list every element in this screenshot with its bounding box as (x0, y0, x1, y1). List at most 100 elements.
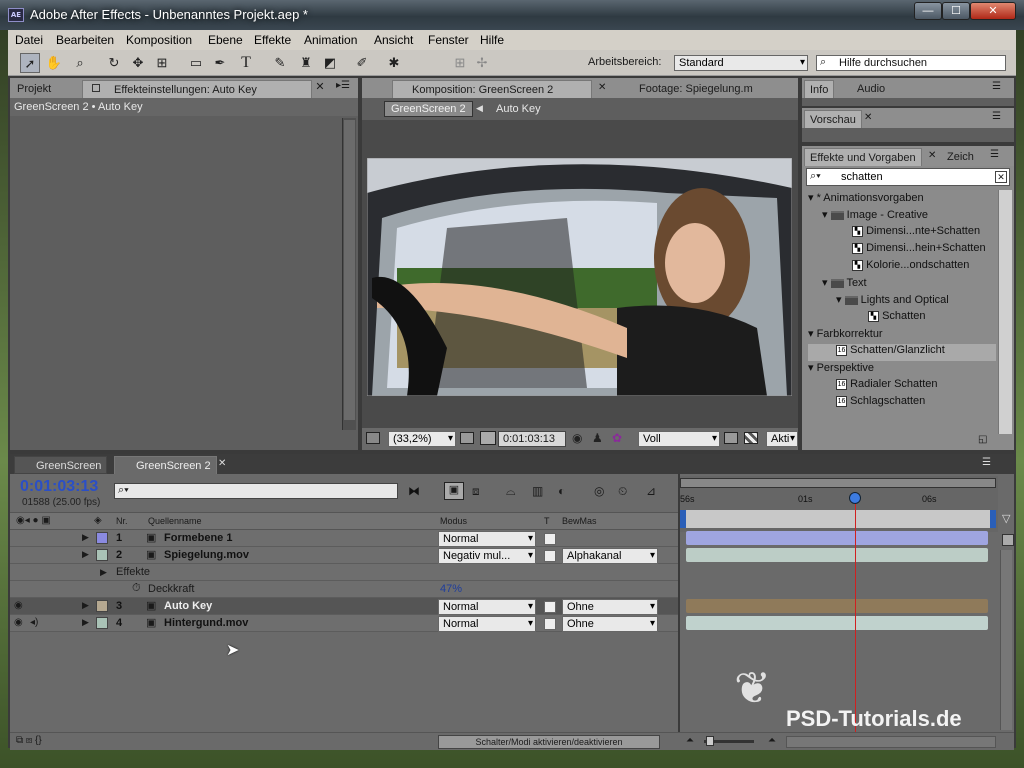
expand-arrow-icon[interactable]: ▶ (82, 532, 89, 543)
effects-scrollbar[interactable] (998, 190, 1012, 434)
axis-local-icon[interactable]: ✢ (472, 53, 492, 73)
tree-item[interactable]: ▾ Farbkorrektur (808, 327, 996, 344)
tab-footage[interactable]: Footage: Spiegelung.m (616, 80, 758, 98)
preserve-transparency-checkbox[interactable] (544, 601, 556, 613)
new-preset-icon[interactable]: ◱ (978, 434, 987, 445)
tab-info[interactable]: Info (804, 80, 835, 98)
motion-blur-icon[interactable]: ◐ (558, 484, 565, 498)
effects-search-input[interactable]: ⌕▾ schatten ✕ (806, 168, 1010, 186)
close-tab-icon[interactable]: ✕ (928, 150, 936, 161)
tree-item[interactable]: ▚ Kolorie...ondschatten (808, 259, 996, 276)
layer-duration-bar[interactable] (686, 616, 988, 630)
tree-item[interactable]: ▚ Schatten (808, 310, 996, 327)
region-of-interest-icon[interactable] (724, 432, 738, 444)
tree-item[interactable]: 16 Schlagschatten (808, 395, 996, 412)
panel-menu-icon[interactable]: ☰ (992, 111, 1001, 122)
menu-hilfe[interactable]: Hilfe (480, 33, 504, 47)
left-scrollbar[interactable] (342, 118, 356, 430)
preserve-transparency-checkbox[interactable] (544, 618, 556, 630)
playhead-line[interactable] (855, 492, 856, 732)
track-matte-dropdown[interactable]: Alphakanal (562, 548, 658, 564)
zoom-in-icon[interactable]: ⏶ (768, 735, 776, 746)
eye-icon[interactable]: ◉ (14, 617, 26, 629)
color-channel-icon[interactable]: ✿ (612, 431, 622, 445)
left-scroll-thumb[interactable] (344, 120, 355, 420)
menu-bearbeiten[interactable]: Bearbeiten (56, 33, 114, 47)
preserve-transparency-checkbox[interactable] (544, 533, 556, 545)
toggle-switches-icon[interactable]: ⧉ ⧇ {} (16, 735, 42, 746)
tree-item[interactable]: ▾ * Animationsvorgaben (808, 191, 996, 208)
pen-tool-icon[interactable]: ✒ (210, 53, 230, 73)
tab-projekt[interactable]: Projekt (12, 80, 56, 98)
axis-mode-icon[interactable]: ⊞ (450, 53, 470, 73)
blend-mode-dropdown[interactable]: Normal (438, 599, 536, 615)
clear-search-icon[interactable]: ✕ (995, 171, 1007, 183)
brush-tool-icon[interactable]: ✎ (270, 53, 290, 73)
maximize-button[interactable]: ☐ (942, 2, 970, 20)
panel-menu-icon[interactable]: ☰ (992, 81, 1001, 92)
work-area-bar[interactable] (680, 478, 996, 488)
rotate-tool-icon[interactable]: ↻ (104, 53, 124, 73)
zoom-slider-thumb[interactable] (706, 736, 714, 746)
menu-animation[interactable]: Animation (304, 33, 357, 47)
tab-greenscreen-2[interactable]: GreenScreen 2 (114, 456, 217, 474)
camera-tool-icon[interactable]: ✥ (128, 53, 148, 73)
effects-group-row[interactable]: ▶ Effekte (10, 564, 678, 581)
panel-menu-icon[interactable]: ▸☰ (336, 80, 354, 96)
layer-row[interactable]: ◉ ◂) ▶ 4 ▣ Hintergund.mov Normal Ohne (10, 615, 678, 632)
blend-mode-dropdown[interactable]: Negativ mul... (438, 548, 536, 564)
layer-name[interactable]: Auto Key (164, 600, 212, 612)
tab-effekteinstellungen[interactable]: Effekteinstellungen: Auto Key (82, 80, 312, 98)
minimize-button[interactable]: — (914, 2, 942, 20)
layer-name[interactable]: Formebene 1 (164, 532, 232, 544)
pan-behind-tool-icon[interactable]: ⊞ (152, 53, 172, 73)
text-tool-icon[interactable]: T (236, 53, 256, 73)
audio-icon[interactable]: ◂) (30, 617, 42, 629)
always-preview-icon[interactable] (366, 432, 380, 444)
layer-row[interactable]: ▶ 1 ▣ Formebene 1 Normal (10, 530, 678, 547)
tab-zeichen[interactable]: Zeich (942, 148, 979, 166)
timeline-timecode[interactable]: 0:01:03:13 (20, 478, 98, 496)
view-dropdown[interactable]: Akti (766, 431, 798, 447)
menu-ebene[interactable]: Ebene (208, 33, 243, 47)
work-area-range[interactable] (680, 510, 996, 528)
menu-fenster[interactable]: Fenster (428, 33, 469, 47)
clone-stamp-tool-icon[interactable]: ♜ (296, 53, 316, 73)
expand-arrow-icon[interactable]: ▶ (100, 567, 107, 578)
label-color-swatch[interactable] (96, 549, 108, 561)
eye-icon[interactable]: ◉ (14, 600, 26, 612)
selection-tool-icon[interactable]: ➚ (20, 53, 40, 73)
auto-keyframe-icon[interactable]: ⏲ (618, 484, 627, 499)
mask-visibility-icon[interactable] (480, 431, 496, 445)
opacity-value[interactable]: 47% (440, 583, 462, 595)
tree-item[interactable]: ▚ Dimensi...hein+Schatten (808, 242, 996, 259)
tab-audio[interactable]: Audio (852, 80, 890, 98)
close-button[interactable]: ✕ (970, 2, 1016, 20)
hand-tool-icon[interactable]: ✋ (44, 53, 64, 73)
rectangle-tool-icon[interactable]: ▭ (186, 53, 206, 73)
expand-arrow-icon[interactable]: ▶ (82, 617, 89, 628)
viewer-timecode[interactable]: 0:01:03:13 (498, 431, 566, 447)
layer-row[interactable]: ▶ 2 ▣ Spiegelung.mov Negativ mul... Alphakana… (10, 547, 678, 564)
time-ruler[interactable]: 56s 01s 06s (680, 476, 998, 532)
audio-off-icon[interactable] (30, 549, 42, 561)
label-color-swatch[interactable] (96, 600, 108, 612)
stopwatch-icon[interactable]: ⏱ (132, 582, 141, 595)
tab-komposition[interactable]: Komposition: GreenScreen 2 (392, 80, 592, 98)
show-snapshot-icon[interactable]: ♟ (592, 431, 603, 445)
audio-off-icon[interactable] (30, 600, 42, 612)
expand-arrow-icon[interactable]: ▶ (82, 600, 89, 611)
close-tab-icon[interactable]: ✕ (598, 82, 606, 93)
layer-name[interactable]: Hintergund.mov (164, 617, 248, 629)
label-color-swatch[interactable] (96, 617, 108, 629)
comp-crumb-next[interactable]: Auto Key (496, 103, 541, 115)
tree-item[interactable]: ▾ Text (808, 276, 996, 293)
frame-blending-icon[interactable]: ▥ (532, 484, 543, 498)
eye-off-icon[interactable] (14, 549, 26, 561)
snapshot-icon[interactable]: ◉ (572, 431, 582, 445)
resolution-dropdown[interactable]: Voll (638, 431, 720, 447)
brainstorm-icon[interactable]: ◎ (594, 484, 604, 498)
graph-editor-icon[interactable]: ⊿ (646, 484, 656, 498)
menu-effekte[interactable]: Effekte (254, 33, 291, 47)
tab-greenscreen[interactable]: GreenScreen (14, 456, 108, 474)
